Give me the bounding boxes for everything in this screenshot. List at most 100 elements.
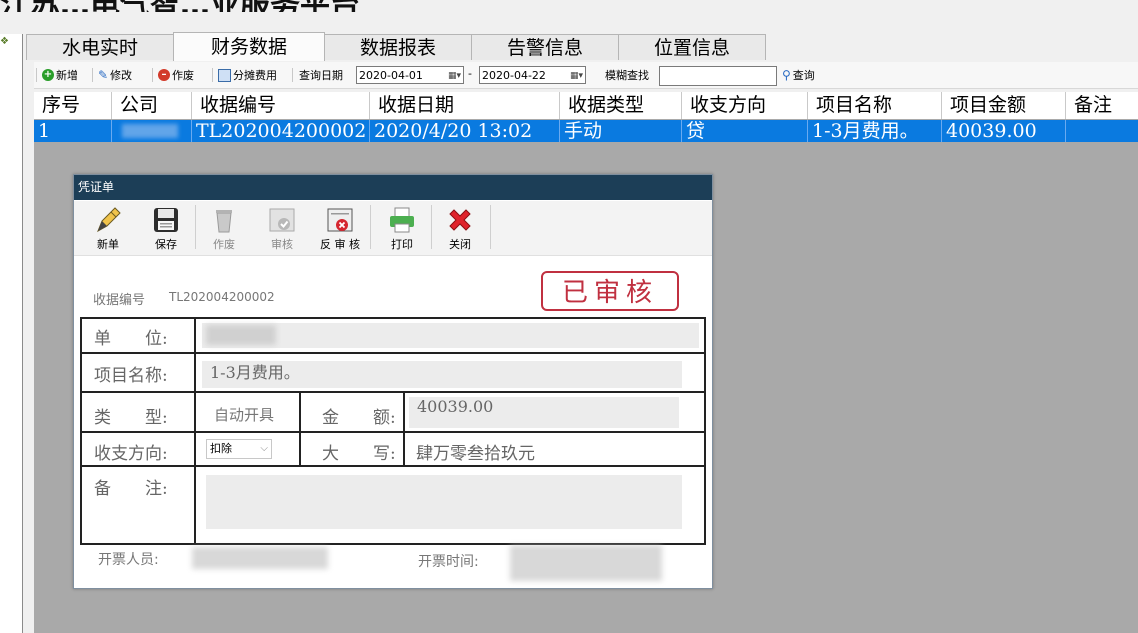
note-label: 备 注: [94, 479, 168, 499]
col-receipt-date[interactable]: 收据日期 [370, 92, 560, 119]
toolbar-divider [152, 68, 153, 82]
issue-time-label: 开票时间: [418, 554, 479, 570]
direction-label: 收支方向: [94, 444, 168, 464]
query-label: 查询 [792, 69, 815, 82]
unapprove-label: 反 审 核 [320, 238, 360, 251]
form-rule [82, 391, 704, 393]
dialog-toolbar: 新单 保存 作废 审核 反 审 核 打印 关闭 [74, 201, 712, 256]
capital-label: 大 写: [322, 444, 396, 464]
form-rule [82, 352, 704, 354]
form-rule [299, 393, 301, 465]
approve-button[interactable]: 审核 [254, 203, 310, 253]
voucher-form: 单 位: 项目名称: 1-3月费用。 类 型: 自动开具 金 额: 40039.… [80, 317, 706, 545]
form-rule [82, 431, 704, 433]
date-to-value: 2020-04-22 [482, 69, 546, 82]
form-rule [403, 393, 405, 465]
col-amount[interactable]: 项目金额 [942, 92, 1066, 119]
date-range-dash: - [468, 67, 472, 80]
pencil-icon: ✎ [98, 68, 109, 82]
tab-finance[interactable]: 财务数据 [173, 32, 325, 61]
save-label: 保存 [155, 238, 177, 251]
cell-item-name: 1-3月费用。 [808, 120, 942, 142]
amount-field[interactable]: 40039.00 [409, 397, 679, 428]
toolbar-divider [36, 68, 37, 82]
receipt-no-value: TL202004200002 [169, 290, 275, 304]
form-rule [82, 465, 704, 467]
col-receipt-type[interactable]: 收据类型 [560, 92, 682, 119]
edit-label: 修改 [110, 69, 133, 82]
date-from-value: 2020-04-01 [359, 69, 423, 82]
print-label: 打印 [391, 238, 413, 251]
date-from-picker[interactable]: 2020-04-01 ▦▾ [356, 66, 464, 84]
date-to-picker[interactable]: 2020-04-22 ▦▾ [479, 66, 586, 84]
close-button[interactable]: 关闭 [432, 203, 488, 253]
col-item-name[interactable]: 项目名称 [808, 92, 942, 119]
voucher-dialog: 凭证单 新单 保存 作废 审核 反 审 核 打印 关闭 收据编号 TL20200… [73, 174, 713, 589]
cell-direction: 贷 [682, 120, 808, 142]
redacted-unit [206, 325, 276, 345]
unapprove-button[interactable]: 反 审 核 [312, 203, 368, 253]
split-cost-label: 分摊费用 [233, 69, 277, 82]
table-row[interactable]: 1 TL202004200002 2020/4/20 13:02 手动 贷 1-… [34, 120, 1138, 142]
cell-note [1066, 120, 1138, 142]
calendar-dropdown-icon[interactable]: ▦▾ [570, 67, 583, 85]
query-date-label: 查询日期 [299, 69, 343, 82]
item-name-label: 项目名称: [94, 366, 168, 386]
void-voucher-button[interactable]: 作废 [196, 203, 252, 253]
item-name-field[interactable]: 1-3月费用。 [202, 361, 682, 388]
toolbar-divider [212, 68, 213, 82]
col-note[interactable]: 备注 [1066, 92, 1138, 119]
redacted-issuer [192, 547, 328, 569]
calendar-dropdown-icon[interactable]: ▦▾ [448, 67, 461, 85]
app-title: 江苏…电气智…业服务平台 [0, 0, 600, 12]
unit-field[interactable] [202, 323, 699, 348]
receipt-no-label: 收据编号 [93, 293, 146, 308]
fuzzy-search-label: 模糊查找 [605, 69, 649, 82]
col-direction[interactable]: 收支方向 [682, 92, 808, 119]
unit-label: 单 位: [94, 329, 168, 349]
void-button[interactable]: – 作废 [158, 67, 194, 83]
direction-select[interactable]: 扣除 ⌵ [206, 439, 272, 459]
pen-icon [97, 207, 121, 233]
cell-receipt-no: TL202004200002 [192, 120, 370, 142]
add-label: 新增 [56, 69, 78, 82]
void-voucher-label: 作废 [213, 238, 235, 251]
issuer-label: 开票人员: [98, 552, 159, 568]
query-button[interactable]: ⚲ 查询 [782, 67, 815, 83]
tab-water-electric[interactable]: 水电实时 [26, 34, 174, 60]
save-button[interactable]: 保存 [138, 203, 194, 253]
form-rule [194, 319, 196, 543]
tab-reports[interactable]: 数据报表 [324, 34, 472, 60]
left-nav-panel[interactable]: ❖ [0, 34, 23, 633]
col-index[interactable]: 序号 [34, 92, 112, 119]
grid-header: 序号 公司 收据编号 收据日期 收据类型 收支方向 项目名称 项目金额 备注 [34, 92, 1138, 119]
unapprove-icon [327, 208, 353, 232]
print-button[interactable]: 打印 [374, 203, 430, 253]
tab-alarms[interactable]: 告警信息 [471, 34, 619, 60]
direction-value: 扣除 [210, 442, 232, 455]
amount-label: 金 额: [322, 408, 396, 428]
redacted-issue-time [510, 545, 662, 581]
col-company[interactable]: 公司 [112, 92, 192, 119]
close-icon [449, 209, 471, 231]
tab-location[interactable]: 位置信息 [618, 34, 766, 60]
new-voucher-label: 新单 [97, 238, 119, 251]
search-input[interactable] [659, 66, 777, 86]
note-field[interactable] [206, 475, 682, 529]
trash-icon [216, 210, 232, 233]
minus-icon: – [158, 69, 170, 81]
toolbar-divider [490, 205, 491, 249]
col-receipt-no[interactable]: 收据编号 [192, 92, 370, 119]
image-icon [218, 68, 231, 82]
add-button[interactable]: + 新增 [42, 67, 78, 83]
cell-index: 1 [34, 120, 112, 142]
split-cost-button[interactable]: 分摊费用 [218, 67, 277, 83]
printer-icon [390, 207, 414, 233]
floppy-icon [154, 208, 178, 232]
toolbar-divider [370, 205, 371, 249]
void-label: 作废 [172, 69, 194, 82]
type-label: 类 型: [94, 408, 168, 428]
edit-button[interactable]: ✎ 修改 [98, 67, 132, 83]
plus-icon: + [42, 69, 54, 81]
new-voucher-button[interactable]: 新单 [80, 203, 136, 253]
